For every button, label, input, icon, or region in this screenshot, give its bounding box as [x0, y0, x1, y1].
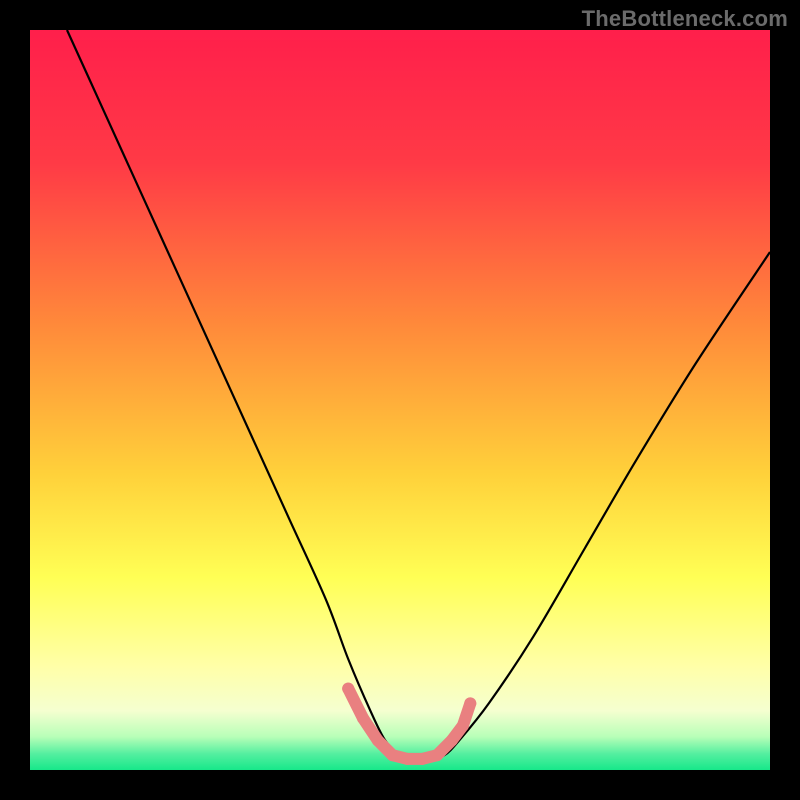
- highlight-dot: [372, 734, 384, 746]
- highlight-dot: [342, 683, 354, 695]
- highlight-dot: [416, 753, 428, 765]
- highlight-band: [348, 689, 470, 759]
- watermark-text: TheBottleneck.com: [582, 6, 788, 32]
- highlight-dot: [446, 734, 458, 746]
- highlight-dot: [401, 753, 413, 765]
- highlight-dot: [387, 749, 399, 761]
- highlight-dot: [431, 749, 443, 761]
- highlight-dot: [457, 720, 469, 732]
- curve-layer: [30, 30, 770, 770]
- highlight-dot: [464, 697, 476, 709]
- plot-area: [30, 30, 770, 770]
- bottleneck-curve: [67, 30, 770, 759]
- chart-frame: TheBottleneck.com: [0, 0, 800, 800]
- highlight-dot: [357, 712, 369, 724]
